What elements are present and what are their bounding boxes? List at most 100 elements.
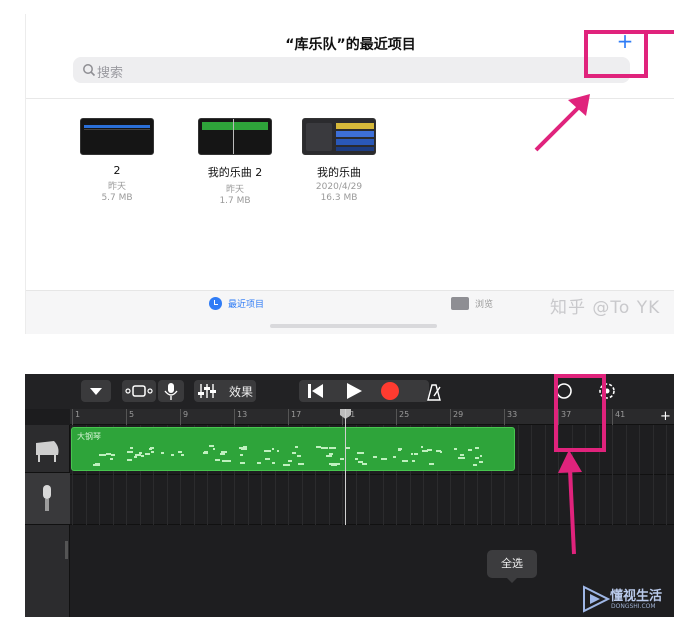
region-name: 大钢琴 xyxy=(77,432,101,441)
midi-region[interactable]: 大钢琴 xyxy=(71,427,515,471)
site-logo: 懂视生活 DONGSHI.COM xyxy=(580,579,674,617)
project-tile[interactable]: 2 昨天 5.7 MB xyxy=(69,118,165,203)
menu-button[interactable] xyxy=(81,380,111,402)
annotation-arrow xyxy=(534,94,590,152)
midi-note xyxy=(474,447,479,450)
midi-note xyxy=(263,450,271,453)
midi-note xyxy=(453,448,457,451)
ruler-tick xyxy=(612,409,613,425)
midi-note xyxy=(422,449,429,452)
tab-recent[interactable]: 最近项目 xyxy=(209,297,264,310)
midi-note xyxy=(468,448,472,451)
search-icon xyxy=(83,64,96,77)
midi-note xyxy=(224,460,231,463)
midi-note xyxy=(264,457,270,460)
view-toggle-button[interactable] xyxy=(122,380,156,402)
resize-handle[interactable] xyxy=(65,541,68,559)
ruler-label: 25 xyxy=(399,410,410,419)
grid-line xyxy=(545,425,546,525)
midi-note xyxy=(357,451,364,454)
midi-note xyxy=(475,456,480,459)
midi-note xyxy=(321,446,328,449)
ruler-tick xyxy=(504,409,505,425)
transport-group xyxy=(299,380,429,402)
midi-note xyxy=(480,455,483,458)
ruler-tick xyxy=(234,409,235,425)
midi-note xyxy=(458,456,465,459)
project-date: 昨天 xyxy=(107,182,126,192)
annotation-box xyxy=(554,374,606,452)
midi-note xyxy=(213,448,216,451)
annotation-arrow xyxy=(558,450,582,555)
effects-button[interactable]: 效果 xyxy=(194,380,256,402)
audio-recorder-icon xyxy=(43,485,51,511)
ruler-tick xyxy=(180,409,181,425)
midi-note xyxy=(328,446,336,449)
midi-note xyxy=(410,452,414,455)
midi-note xyxy=(283,463,290,466)
home-indicator xyxy=(270,324,437,328)
midi-note xyxy=(126,450,133,453)
project-tile[interactable]: 我的乐曲 2 昨天 1.7 MB xyxy=(187,118,283,206)
midi-note xyxy=(298,462,304,465)
midi-note xyxy=(401,459,409,462)
ruler-tick xyxy=(288,409,289,425)
midi-note xyxy=(373,455,378,458)
ruler-label: 9 xyxy=(183,410,189,419)
grid-line xyxy=(653,425,654,525)
play-logo-icon xyxy=(583,585,610,613)
project-tile[interactable]: 我的乐曲 2020/4/29 16.3 MB xyxy=(291,118,387,203)
page-title: “库乐队”的最近项目 xyxy=(285,37,416,53)
midi-note xyxy=(105,453,111,456)
midi-note xyxy=(392,455,397,458)
track-header-selected[interactable] xyxy=(25,473,70,524)
ruler-label: 29 xyxy=(453,410,464,419)
tab-browse[interactable]: 浏览 xyxy=(451,297,493,310)
clock-icon xyxy=(209,297,222,310)
rewind-icon[interactable] xyxy=(305,380,327,402)
search-field[interactable]: 搜索 xyxy=(73,57,630,83)
grand-piano-icon[interactable] xyxy=(32,433,62,465)
midi-note xyxy=(436,449,442,452)
effects-label: 效果 xyxy=(229,385,254,399)
midi-note xyxy=(151,450,154,453)
midi-note xyxy=(220,452,226,455)
ruler-label: 33 xyxy=(507,410,518,419)
microphone-icon xyxy=(164,383,178,400)
tab-bar: 最近项目 浏览 知乎 @To YK xyxy=(26,290,674,334)
midi-note xyxy=(361,463,367,466)
midi-note xyxy=(239,453,244,456)
tracks-view-icon xyxy=(125,385,153,397)
midi-note xyxy=(126,458,132,461)
search-placeholder: 搜索 xyxy=(97,66,124,81)
midi-note xyxy=(130,446,133,449)
midi-note xyxy=(439,451,442,454)
grid-line xyxy=(612,425,613,525)
midi-note xyxy=(277,450,280,453)
grid-line xyxy=(518,425,519,525)
tab-browse-label: 浏览 xyxy=(475,300,494,310)
select-all-tooltip[interactable]: 全选 xyxy=(487,550,537,583)
midi-note xyxy=(297,454,302,457)
project-name: 我的乐曲 2 xyxy=(207,166,263,179)
midi-note xyxy=(381,458,384,461)
grid-line xyxy=(531,425,532,525)
metronome-icon[interactable] xyxy=(423,381,445,403)
project-thumbnail xyxy=(80,118,154,155)
grid-line xyxy=(666,425,667,525)
add-section-button[interactable]: + xyxy=(657,409,674,425)
midi-note xyxy=(398,449,401,452)
project-size: 16.3 MB xyxy=(320,193,358,203)
folder-icon xyxy=(451,297,469,310)
project-thumbnail xyxy=(198,118,272,155)
midi-note xyxy=(208,445,214,448)
midi-note xyxy=(110,458,113,461)
play-icon[interactable] xyxy=(343,380,365,402)
record-icon[interactable] xyxy=(379,380,401,402)
input-button[interactable] xyxy=(158,380,184,402)
ruler-tick xyxy=(72,409,73,425)
midi-note xyxy=(149,447,153,450)
midi-note xyxy=(329,462,335,465)
midi-note xyxy=(243,446,247,449)
project-thumbnail xyxy=(302,118,376,155)
